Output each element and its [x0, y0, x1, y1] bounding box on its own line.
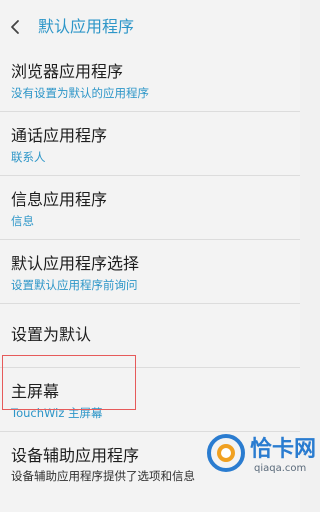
item-title: 通话应用程序 — [11, 126, 108, 145]
watermark-domain: qiaqa.com — [254, 463, 307, 474]
item-subtitle: 设备辅助应用程序提供了选项和信息 — [11, 469, 195, 483]
watermark-logo: 恰卡网 qiaqa.com — [200, 425, 316, 480]
list-item-home-screen[interactable]: 主屏幕 TouchWiz 主屏幕 — [0, 368, 300, 432]
item-subtitle: 设置默认应用程序前询问 — [11, 278, 138, 292]
list-item-phone-app[interactable]: 通话应用程序 联系人 — [0, 112, 300, 176]
watermark-name: 恰卡网 — [250, 437, 317, 462]
item-subtitle: 联系人 — [11, 150, 46, 164]
list-item-set-as-default[interactable]: 设置为默认 — [0, 304, 300, 368]
list-item-messaging-app[interactable]: 信息应用程序 信息 — [0, 176, 300, 240]
item-subtitle: 没有设置为默认的应用程序 — [11, 86, 149, 100]
item-title: 信息应用程序 — [11, 190, 108, 209]
item-title: 主屏幕 — [11, 382, 60, 401]
item-title: 设备辅助应用程序 — [11, 446, 140, 465]
list-item-browser-app[interactable]: 浏览器应用程序 没有设置为默认的应用程序 — [0, 48, 300, 112]
watermark-logo-icon — [207, 434, 245, 472]
item-title: 浏览器应用程序 — [11, 62, 124, 81]
item-title: 设置为默认 — [11, 325, 92, 344]
item-subtitle: 信息 — [11, 214, 34, 228]
list-item-default-app-selection[interactable]: 默认应用程序选择 设置默认应用程序前询问 — [0, 240, 300, 304]
chevron-left-icon[interactable] — [6, 17, 26, 37]
item-subtitle: TouchWiz 主屏幕 — [11, 406, 103, 420]
item-title: 默认应用程序选择 — [11, 254, 140, 273]
page-title: 默认应用程序 — [38, 17, 135, 36]
